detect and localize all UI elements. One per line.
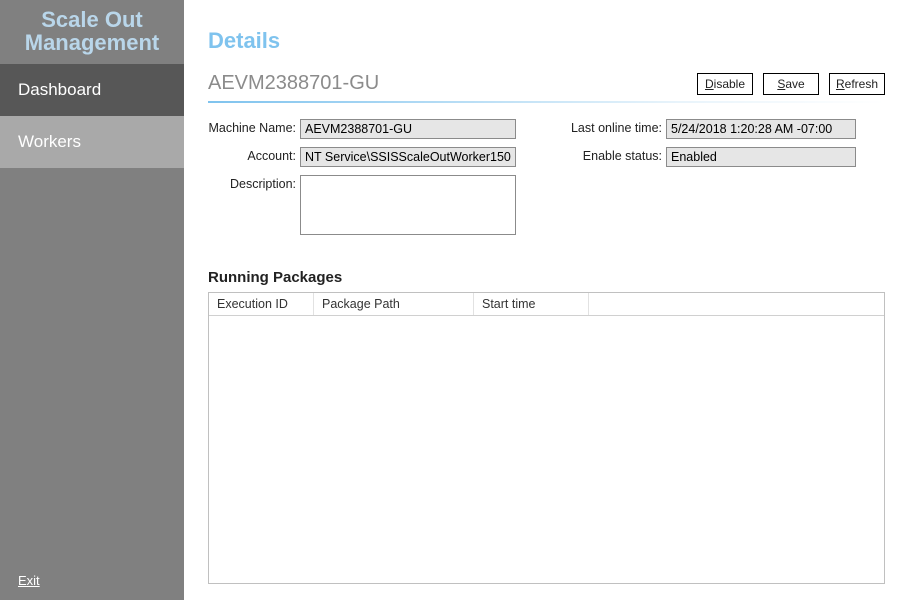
- label-account: Account:: [208, 147, 300, 165]
- account-field[interactable]: [300, 147, 516, 167]
- label-description: Description:: [208, 175, 300, 193]
- col-package-path[interactable]: Package Path: [314, 293, 474, 315]
- grid-header: Execution ID Package Path Start time: [209, 293, 884, 316]
- running-packages-grid[interactable]: Execution ID Package Path Start time: [208, 292, 885, 584]
- header-rule: [208, 101, 885, 103]
- label-enable-status: Enable status:: [566, 147, 666, 165]
- form-area: Machine Name: Account: Description: Last…: [208, 119, 885, 235]
- app-root: Scale Out Management Dashboard Workers E…: [0, 0, 905, 600]
- row-account: Account:: [208, 147, 516, 167]
- sidebar-footer: Exit: [0, 563, 184, 600]
- brand-line1: Scale Out: [6, 8, 178, 31]
- row-last-online: Last online time:: [566, 119, 856, 139]
- row-enable-status: Enable status:: [566, 147, 856, 167]
- disable-button[interactable]: Disable: [697, 73, 753, 95]
- enable-status-field[interactable]: [666, 147, 856, 167]
- label-machine-name: Machine Name:: [208, 119, 300, 137]
- description-field[interactable]: [300, 175, 516, 235]
- header-buttons: Disable Save Refresh: [697, 73, 885, 95]
- col-execution-id[interactable]: Execution ID: [209, 293, 314, 315]
- sidebar-item-label: Workers: [18, 132, 81, 151]
- worker-header: AEVM2388701-GU Disable Save Refresh: [208, 72, 885, 95]
- sidebar-item-workers[interactable]: Workers: [0, 116, 184, 168]
- machine-name-field[interactable]: [300, 119, 516, 139]
- refresh-button[interactable]: Refresh: [829, 73, 885, 95]
- worker-name: AEVM2388701-GU: [208, 72, 379, 95]
- form-right-column: Last online time: Enable status:: [566, 119, 856, 235]
- last-online-field[interactable]: [666, 119, 856, 139]
- sidebar-nav: Dashboard Workers: [0, 64, 184, 168]
- col-spacer: [589, 293, 884, 315]
- save-button[interactable]: Save: [763, 73, 819, 95]
- col-start-time[interactable]: Start time: [474, 293, 589, 315]
- app-brand: Scale Out Management: [0, 0, 184, 64]
- row-description: Description:: [208, 175, 516, 235]
- form-left-column: Machine Name: Account: Description:: [208, 119, 516, 235]
- sidebar-item-dashboard[interactable]: Dashboard: [0, 64, 184, 116]
- sidebar: Scale Out Management Dashboard Workers E…: [0, 0, 184, 600]
- sidebar-item-label: Dashboard: [18, 80, 101, 99]
- label-last-online: Last online time:: [566, 119, 666, 137]
- exit-link[interactable]: Exit: [18, 573, 40, 588]
- page-title: Details: [208, 28, 885, 54]
- running-packages-title: Running Packages: [208, 269, 885, 286]
- brand-line2: Management: [6, 31, 178, 54]
- row-machine-name: Machine Name:: [208, 119, 516, 139]
- grid-body: [209, 316, 884, 582]
- main-panel: Details AEVM2388701-GU Disable Save Refr…: [184, 0, 905, 600]
